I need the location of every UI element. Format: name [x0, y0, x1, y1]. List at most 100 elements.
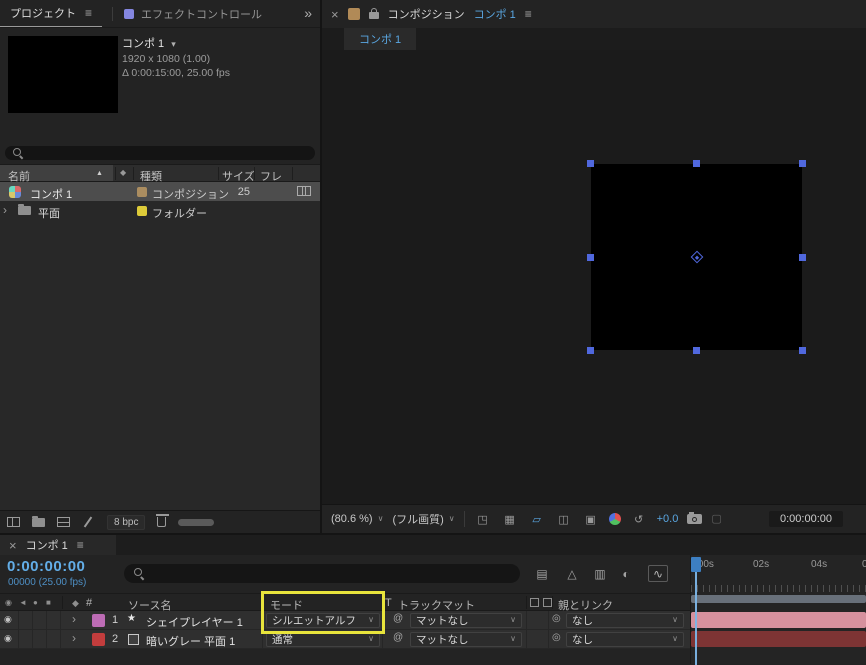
grid-options-icon[interactable]: ◳: [474, 511, 492, 527]
chevron-down-icon: ∨: [672, 615, 678, 624]
resolution-dropdown[interactable]: (フル画質) ∨: [392, 511, 454, 527]
blend-mode-dropdown[interactable]: 通常 ∨: [266, 631, 380, 647]
twirl-icon[interactable]: ›: [3, 204, 7, 216]
track-matte-dropdown[interactable]: マットなし ∨: [410, 612, 522, 628]
project-row-folder[interactable]: › 平面 フォルダー: [0, 201, 320, 220]
selection-handle[interactable]: [693, 347, 700, 354]
anchor-point-icon[interactable]: [690, 250, 703, 264]
panel-menu-icon[interactable]: ≡: [525, 8, 532, 20]
zoom-dropdown[interactable]: (80.6 %) ∨: [331, 513, 383, 525]
eye-column-icon[interactable]: ◉: [5, 598, 12, 607]
twirl-icon[interactable]: ›: [72, 613, 76, 625]
reset-exposure-icon[interactable]: ↺: [630, 511, 648, 527]
selection-handle[interactable]: [587, 347, 594, 354]
color-channels-icon[interactable]: [608, 513, 621, 525]
chevron-down-icon: ∨: [448, 514, 455, 523]
graph-editor-icon[interactable]: ∿: [648, 565, 668, 582]
timeline-controls-row: 0:00:00:00 00000 (25.00 fps) ▤ △ ▥ ◐ ∿ :…: [0, 555, 866, 593]
switches-toggle-icon[interactable]: [530, 598, 539, 607]
label-chip[interactable]: [137, 186, 147, 197]
pick-whip-icon[interactable]: @: [393, 614, 403, 624]
adjustment-icon[interactable]: [82, 517, 95, 527]
selection-handle[interactable]: [693, 160, 700, 167]
eye-icon[interactable]: ◉: [4, 615, 12, 624]
selection-handle[interactable]: [587, 160, 594, 167]
shape-layer-rect[interactable]: [587, 160, 806, 354]
close-icon[interactable]: ×: [9, 539, 17, 552]
tab-project[interactable]: プロジェクト ≡: [0, 0, 103, 27]
label-column-icon[interactable]: ◆: [120, 169, 126, 177]
layer-name[interactable]: 暗いグレー 平面 1: [146, 633, 235, 649]
layer-label-swatch[interactable]: [92, 614, 105, 627]
show-snapshot-icon[interactable]: ▢: [711, 513, 721, 525]
column-number[interactable]: #: [86, 597, 92, 609]
mini-flowchart-icon[interactable]: ▤: [532, 565, 552, 582]
rulers-icon[interactable]: ▣: [582, 511, 600, 527]
frame-blend-icon[interactable]: ▥: [590, 565, 610, 582]
panel-menu-icon[interactable]: ≡: [85, 7, 92, 19]
snapshot-camera-icon[interactable]: [687, 512, 703, 524]
new-composition-icon[interactable]: [57, 517, 70, 527]
parent-link-dropdown[interactable]: なし ∨: [566, 612, 684, 628]
timeline-tab-comp-1[interactable]: × コンポ 1 ≡: [0, 535, 116, 555]
new-folder-icon[interactable]: [32, 515, 45, 527]
solo-column-icon[interactable]: ●: [33, 598, 38, 607]
comp-timecode[interactable]: 0:00:00:00: [769, 511, 843, 527]
close-icon[interactable]: ×: [331, 8, 339, 21]
transparency-grid-icon[interactable]: ▦: [501, 511, 519, 527]
track-matte-dropdown[interactable]: マットなし ∨: [410, 631, 522, 647]
horizontal-scrollbar[interactable]: [178, 518, 215, 526]
tab-comp-1[interactable]: コンポ 1: [344, 28, 417, 50]
panel-menu-icon[interactable]: ≡: [77, 539, 84, 551]
parent-link-dropdown[interactable]: なし ∨: [566, 631, 684, 647]
layer-row-2[interactable]: ◉ › 2 暗いグレー 平面 1 通常 ∨ @ マットなし ∨ ◎ なし ∨: [0, 630, 866, 649]
pick-whip-icon[interactable]: @: [393, 633, 403, 643]
panel-overflow-icon[interactable]: »: [304, 6, 312, 20]
active-comp-name[interactable]: コンポ 1: [474, 6, 516, 22]
label-chip[interactable]: [137, 205, 147, 216]
composition-toolbar: (80.6 %) ∨ (フル画質) ∨ ◳ ▦ ▱ ◫ ▣ ↺ +0.0 ▢ 0…: [322, 504, 866, 533]
solid-layer-icon: [128, 633, 139, 645]
composition-viewer[interactable]: [322, 50, 866, 504]
modes-toggle-icon[interactable]: [543, 598, 552, 607]
selection-handle[interactable]: [799, 253, 806, 261]
current-timecode[interactable]: 0:00:00:00: [7, 558, 85, 575]
layer-label-swatch[interactable]: [92, 633, 105, 646]
motion-blur-icon[interactable]: ◐: [616, 565, 636, 582]
audio-column-icon[interactable]: ◄: [19, 598, 27, 607]
lock-column-icon[interactable]: ■: [46, 598, 51, 607]
layer-row-1[interactable]: ◉ › 1 ★ シェイプレイヤー 1 シルエットアルフ ∨ @ マットなし ∨: [0, 611, 866, 630]
layer-duration-bar[interactable]: [691, 612, 866, 628]
label-column-icon[interactable]: ◆: [72, 598, 79, 609]
column-preserve-transparency[interactable]: T: [385, 597, 392, 609]
selection-handle[interactable]: [587, 253, 594, 261]
twirl-icon[interactable]: ›: [72, 632, 76, 644]
layer-duration-bar[interactable]: [691, 631, 866, 647]
draft-3d-icon[interactable]: △: [562, 565, 582, 582]
timeline-search-input[interactable]: [124, 564, 520, 583]
parent-pick-whip-icon[interactable]: ◎: [552, 614, 561, 624]
preview-caret-icon[interactable]: ▾: [171, 40, 176, 49]
lock-icon[interactable]: [368, 7, 379, 20]
selection-handle[interactable]: [799, 160, 806, 167]
column-divider: [552, 596, 553, 609]
project-panel: プロジェクト ≡ エフェクトコントロール » コンポ 1 ▾ 1920 x 10…: [0, 0, 322, 533]
mask-path-toggle-icon[interactable]: ▱: [528, 511, 546, 527]
work-area-bar[interactable]: [691, 595, 866, 603]
blend-mode-dropdown[interactable]: シルエットアルフ ∨: [266, 612, 380, 628]
exposure-value[interactable]: +0.0: [657, 513, 679, 525]
project-search-input[interactable]: [5, 146, 315, 160]
column-name[interactable]: 名前 ▲: [0, 165, 113, 183]
parent-pick-whip-icon[interactable]: ◎: [552, 633, 561, 643]
selection-handle[interactable]: [799, 347, 806, 354]
region-of-interest-icon[interactable]: ◫: [555, 511, 573, 527]
project-row-comp[interactable]: コンポ 1 コンポジション 25: [0, 182, 320, 201]
layer-name[interactable]: シェイプレイヤー 1: [146, 614, 243, 630]
eye-icon[interactable]: ◉: [4, 634, 12, 643]
time-ruler[interactable]: :00s 02s 04s 0: [690, 555, 866, 593]
column-divider: [254, 167, 255, 180]
flowchart-icon[interactable]: [7, 517, 20, 527]
tab-effect-controls[interactable]: エフェクトコントロール: [124, 0, 262, 27]
trash-icon[interactable]: [155, 514, 169, 527]
color-depth-button[interactable]: 8 bpc: [107, 514, 146, 530]
